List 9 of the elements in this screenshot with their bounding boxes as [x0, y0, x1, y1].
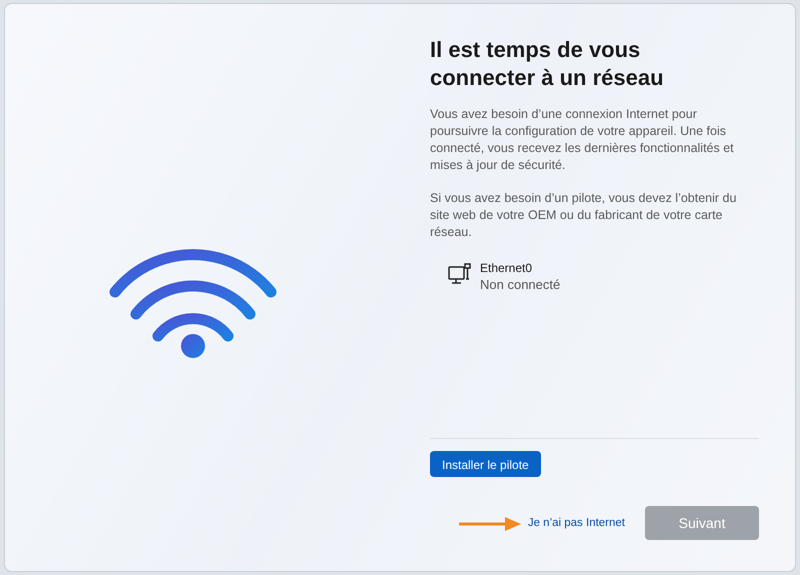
body-paragraph: Vous avez besoin d’une connexion Internet pour poursuivre la configuration de votre appareil. Une fois connecté, vous recevez les dernières fonctionnalités et mises à jour de sécurité.: [430, 106, 735, 174]
no-internet-link[interactable]: Je n’ai pas Internet: [528, 517, 625, 529]
body-paragraph: Si vous avez besoin d’un pilote, vous devez l’obtenir du site web de votre OEM ou du fabricant de votre carte réseau.: [430, 190, 738, 241]
network-status: Non connecté: [480, 277, 560, 292]
arrow-icon: [459, 516, 521, 532]
ethernet-monitor-icon: [448, 263, 472, 287]
install-driver-button[interactable]: Installer le pilote: [430, 451, 541, 477]
network-name: Ethernet0: [480, 261, 534, 275]
page-title: Il est temps de vous connecter à un réseau: [430, 36, 665, 92]
